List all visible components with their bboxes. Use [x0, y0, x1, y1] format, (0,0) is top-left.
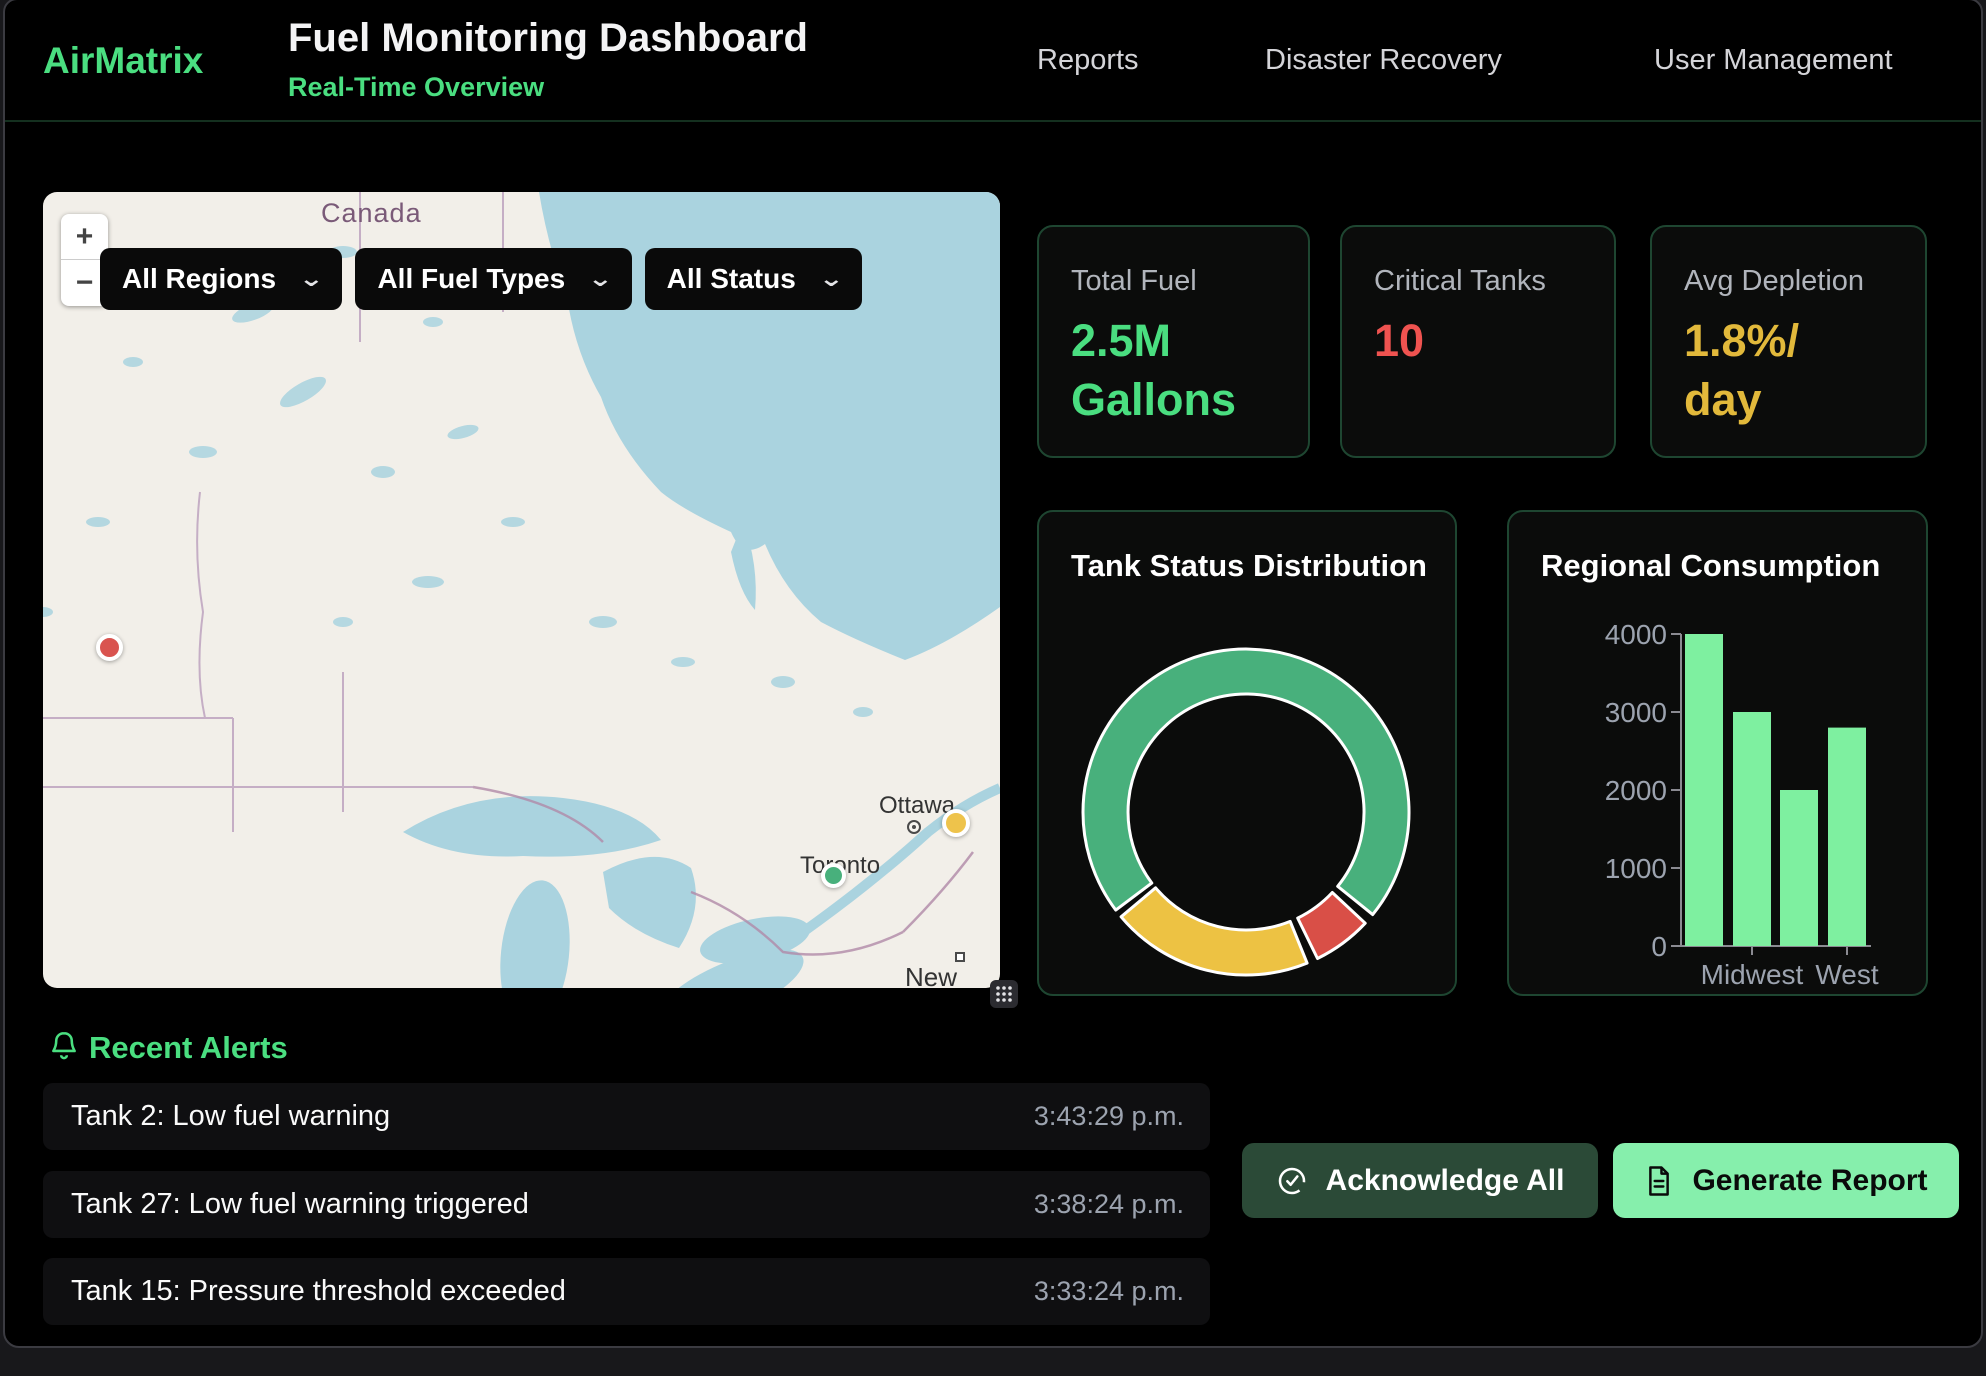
map-filter-bar: All Regions ⌄ All Fuel Types ⌄ All Statu…: [100, 248, 862, 310]
generate-report-label: Generate Report: [1692, 1164, 1927, 1198]
region-filter-select[interactable]: All Regions ⌄: [100, 248, 342, 310]
bar-chart[interactable]: 0 1000 2000 3000 4000 Midwest West: [1509, 512, 1930, 998]
app-header: AirMatrix Fuel Monitoring Dashboard Real…: [5, 0, 1981, 122]
stat-card-avg-depletion: Avg Depletion 1.8%/ day: [1650, 225, 1927, 458]
alert-text: Tank 27: Low fuel warning triggered: [71, 1188, 529, 1221]
map-label-newyork: New York: [905, 962, 1000, 988]
document-icon: [1644, 1165, 1674, 1197]
svg-text:3000: 3000: [1605, 697, 1667, 728]
chevron-down-icon: ⌄: [588, 266, 614, 292]
donut-chart-title: Tank Status Distribution: [1071, 548, 1427, 584]
map-canvas[interactable]: Canada Ottawa Toronto New York + − All R…: [43, 192, 1000, 988]
bar-chart-title: Regional Consumption: [1541, 548, 1880, 584]
alert-row[interactable]: Tank 2: Low fuel warning 3:43:29 p.m.: [43, 1083, 1210, 1150]
ottawa-city-dot: [907, 820, 921, 834]
svg-text:1000: 1000: [1605, 853, 1667, 884]
svg-text:0: 0: [1651, 931, 1667, 962]
donut-chart[interactable]: [1039, 512, 1459, 998]
tank-status-card: Tank Status Distribution: [1037, 510, 1457, 996]
region-filter-value: All Regions: [122, 263, 276, 295]
tank-marker[interactable]: [942, 809, 970, 837]
stat-value: 10: [1374, 311, 1424, 370]
fuel-type-filter-select[interactable]: All Fuel Types ⌄: [355, 248, 631, 310]
chevron-down-icon: ⌄: [298, 266, 324, 292]
stat-label: Total Fuel: [1071, 265, 1197, 298]
chevron-down-icon: ⌄: [818, 266, 844, 292]
svg-text:West: West: [1815, 959, 1878, 990]
regional-consumption-card: Regional Consumption 0 1000 2000 3000 4000 Mi…: [1507, 510, 1928, 996]
alert-row[interactable]: Tank 27: Low fuel warning triggered 3:38…: [43, 1171, 1210, 1238]
check-circle-icon: [1276, 1165, 1308, 1197]
newyork-city-dot: [955, 952, 965, 962]
dashboard-root: AirMatrix Fuel Monitoring Dashboard Real…: [3, 0, 1983, 1348]
alert-text: Tank 15: Pressure threshold exceeded: [71, 1275, 566, 1308]
page-title: Fuel Monitoring Dashboard: [288, 16, 808, 61]
svg-text:2000: 2000: [1605, 775, 1667, 806]
stat-value: 1.8%/ day: [1684, 311, 1799, 430]
brand-logo[interactable]: AirMatrix: [43, 40, 203, 82]
alerts-section-title: Recent Alerts: [89, 1030, 288, 1066]
acknowledge-all-button[interactable]: Acknowledge All: [1242, 1143, 1598, 1218]
alert-time: 3:38:24 p.m.: [1034, 1189, 1184, 1220]
alert-time: 3:43:29 p.m.: [1034, 1101, 1184, 1132]
bell-icon: [47, 1028, 81, 1064]
nav-reports[interactable]: Reports: [1037, 44, 1139, 77]
svg-text:Midwest: Midwest: [1701, 959, 1804, 990]
alert-row[interactable]: Tank 15: Pressure threshold exceeded 3:3…: [43, 1258, 1210, 1325]
nav-user-management[interactable]: User Management: [1654, 44, 1893, 77]
drag-handle-icon[interactable]: [990, 980, 1018, 1008]
alert-text: Tank 2: Low fuel warning: [71, 1100, 390, 1133]
generate-report-button[interactable]: Generate Report: [1613, 1143, 1959, 1218]
stat-value: 2.5M Gallons: [1071, 311, 1236, 430]
tank-marker[interactable]: [96, 634, 123, 661]
alert-time: 3:33:24 p.m.: [1034, 1276, 1184, 1307]
nav-disaster-recovery[interactable]: Disaster Recovery: [1265, 44, 1502, 77]
stat-card-total-fuel: Total Fuel 2.5M Gallons: [1037, 225, 1310, 458]
stat-label: Avg Depletion: [1684, 265, 1864, 298]
tank-marker[interactable]: [821, 863, 846, 888]
stat-card-critical-tanks: Critical Tanks 10: [1340, 225, 1616, 458]
status-filter-value: All Status: [667, 263, 796, 295]
status-filter-select[interactable]: All Status ⌄: [645, 248, 863, 310]
page-subtitle: Real-Time Overview: [288, 72, 544, 103]
acknowledge-all-label: Acknowledge All: [1326, 1164, 1565, 1198]
map-label-country: Canada: [321, 198, 422, 229]
stat-label: Critical Tanks: [1374, 265, 1546, 298]
svg-text:4000: 4000: [1605, 619, 1667, 650]
fuel-type-filter-value: All Fuel Types: [377, 263, 565, 295]
